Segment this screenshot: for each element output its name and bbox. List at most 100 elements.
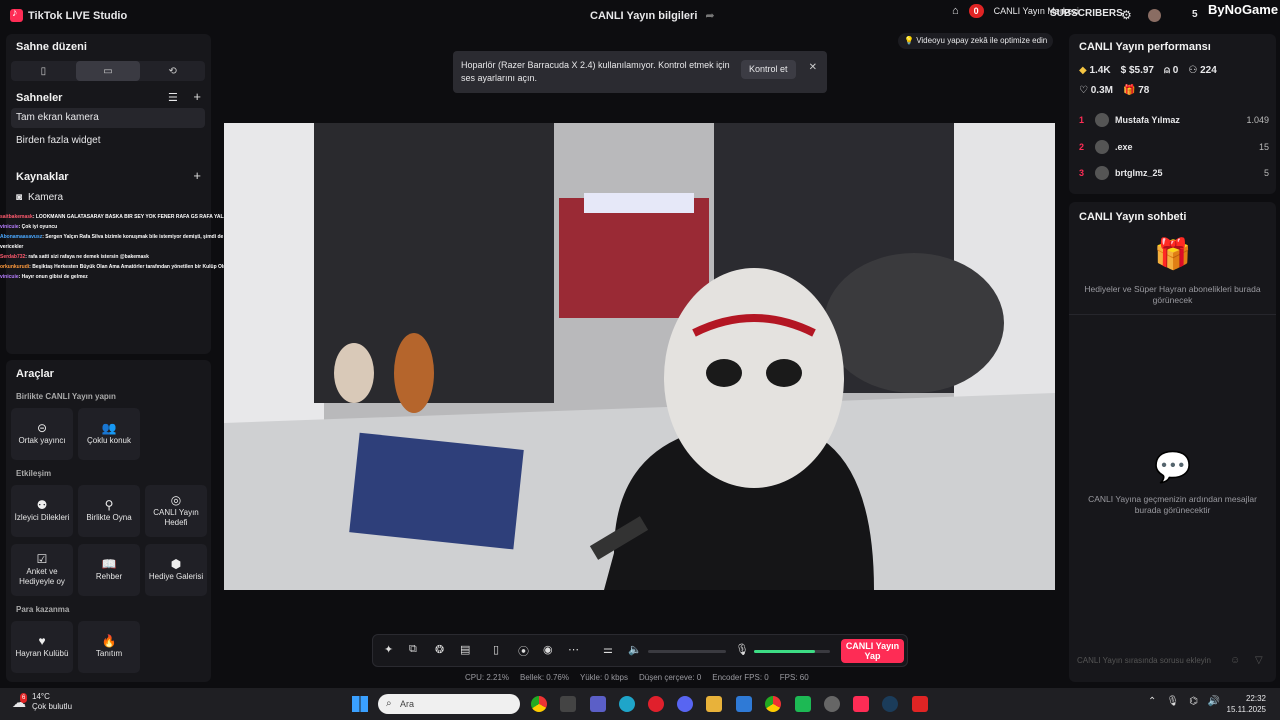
viewer-wishes-button[interactable]: ⚉ İzleyici Dilekleri [11,485,73,537]
xbox-icon[interactable] [795,696,811,712]
mail-icon[interactable] [736,696,752,712]
chat-input[interactable]: CANLI Yayın sırasında sorusu ekleyin [1077,652,1237,670]
chevron-up-icon[interactable]: ⌃ [1148,696,1156,707]
home-icon[interactable]: ⌂ [952,5,959,17]
promote-button[interactable]: 🔥 Tanıtım [78,621,140,673]
notification-badge[interactable]: 0 [968,4,984,18]
caption-icon[interactable]: ▤ [460,643,470,656]
layout-portrait-button[interactable]: ▯ [11,61,76,81]
rank-name: .exe [1115,142,1133,152]
scene-item[interactable]: Tam ekran kamera [11,108,205,128]
stat-gifts: 🎁 78 [1123,85,1149,96]
list-icon[interactable]: ☰ [168,91,178,104]
tool-label: CANLI Yayın Hedefi [153,507,199,527]
system-tray: ⌃ 🎙 ⌬ 🔊 [1148,696,1220,707]
engage-title: Etkileşim [16,469,52,478]
discord-icon[interactable] [677,696,693,712]
camera-frame-image [224,123,1055,590]
tiktok-icon[interactable] [853,696,869,712]
joystick-icon: ⚲ [104,497,114,512]
stat-fps: FPS: 60 [779,673,809,682]
opera-icon[interactable] [648,696,664,712]
chrome-icon[interactable] [531,696,547,712]
collab-title: Birlikte CANLI Yayın yapın [16,392,116,401]
live-goal-button[interactable]: ◎ CANLI Yayın Hedefi [145,485,207,537]
network-icon[interactable]: ⌬ [1189,696,1198,707]
gift-gallery-button[interactable]: ⬢ Hediye Galerisi [145,544,207,596]
clock-date: 15.11.2025 [1226,705,1266,714]
layout-landscape-button[interactable]: ▭ [75,61,141,81]
tool-label: Ortak yayıncı [18,435,66,445]
magic-wand-icon[interactable]: ✦ [384,643,393,656]
mic-volume-slider[interactable] [754,650,830,653]
folder-icon[interactable] [706,696,722,712]
chat-msg: : Çok iyi oyuncu [18,224,58,230]
volume-icon[interactable]: 🔊 [1208,696,1220,707]
clock[interactable]: 22:32 15.11.2025 [1227,693,1266,715]
multi-guest-button[interactable]: 👥 Çoklu konuk [78,408,140,460]
scene-item[interactable]: Birden fazla widget [11,131,205,151]
play-together-button[interactable]: ⚲ Birlikte Oyna [78,485,140,537]
add-source-icon[interactable]: + [193,168,201,183]
filter-icon[interactable]: ▽ [1255,655,1263,666]
ai-optimize-tip[interactable]: 💡 Videoyu yapay zekâ ile optimize edin [898,33,1054,49]
source-item[interactable]: ◙ Kamera [16,192,63,203]
taskbar-search[interactable]: ⌕ Ara [378,694,520,714]
record-icon[interactable]: ⦿ [518,643,529,659]
effects-icon[interactable]: ❂ [435,643,444,656]
close-icon[interactable]: ✕ [809,61,817,74]
steelseries-icon[interactable] [824,696,840,712]
layout-switcher: ▯ ▭ ⟲ [11,61,205,81]
stat-value: $5.97 [1128,65,1154,76]
ranking-row[interactable]: 2 .exe 15 [1079,137,1269,157]
screen-add-icon[interactable]: ⧉ [409,643,417,656]
add-scene-icon[interactable]: + [193,89,201,104]
rank-score: 5 [1263,168,1269,178]
bynogame-overlay: ByNoGame [1208,2,1279,17]
ranking-row[interactable]: 3 brtglmz_25 5 [1079,163,1269,183]
weather-widget[interactable]: ☁ 6 14°C Çok bulutlu [12,692,72,712]
speaker-volume-slider[interactable] [648,650,726,653]
ranking-row[interactable]: 1 Mustafa Yılmaz 1.049 [1079,110,1269,130]
microphone-icon[interactable]: 🎙 [735,643,749,656]
search-placeholder: Ara [400,699,415,709]
perf-stats-row2: ♡ 0.3M 🎁 78 [1079,85,1149,96]
guide-button[interactable]: 📖 Rehber [78,544,140,596]
store-icon[interactable] [560,696,576,712]
dollar-icon: $ [1120,65,1127,76]
chat-empty-message: CANLI Yayına geçmenizin ardından mesajla… [1088,494,1257,515]
speaker-warning: Hoparlör (Razer Barracuda X 2.4) kullanı… [453,51,827,93]
camera-preview[interactable] [224,123,1055,590]
title-bar: TikTok LIVE Studio CANLI Yayın bilgileri… [0,0,1280,32]
speaker-icon[interactable]: 🔈 [628,643,642,656]
emoji-icon[interactable]: ☺ [1230,655,1240,666]
stream-info-label[interactable]: CANLI Yayın bilgileri [590,10,697,22]
gift-icon: 🎁 [1122,85,1136,96]
stream-info[interactable]: CANLI Yayın bilgileri ➦ [590,9,715,23]
more-icon[interactable]: ⋯ [568,643,579,656]
avatar [1095,113,1109,127]
check-button[interactable]: Kontrol et [741,60,796,79]
co-host-button[interactable]: ⊝ Ortak yayıncı [11,408,73,460]
youtube-icon[interactable] [912,696,928,712]
tiktok-logo-icon [10,7,23,22]
edge-icon[interactable] [619,696,635,712]
go-live-button[interactable]: CANLI Yayın Yap [841,639,904,663]
steam-icon[interactable] [882,696,898,712]
camera-switch-icon[interactable]: ◉ [543,643,553,656]
avatar[interactable] [1148,9,1161,22]
settings-icon[interactable]: ⚙ [1121,8,1132,22]
chrome-active-icon[interactable] [765,696,781,712]
microphone-tray-icon[interactable]: 🎙 [1166,696,1179,707]
mixer-icon[interactable]: ⚌ [603,643,613,656]
chat-user: Abonamaasavusz [0,234,43,240]
fan-club-button[interactable]: ♥ Hayran Kulübü [11,621,73,673]
layout-rotate-button[interactable]: ⟲ [140,61,205,81]
poll-button[interactable]: ☑ Anket ve Hediyeyle oy [11,544,73,596]
phone-icon[interactable]: ▯ [493,643,499,656]
teams-icon[interactable] [590,696,606,712]
chat-msg: : Hayır onun gibisi de gelmez [18,274,88,280]
book-icon: 📖 [101,556,117,571]
share-icon[interactable]: ➦ [705,9,714,22]
windows-start-icon[interactable] [352,696,368,712]
